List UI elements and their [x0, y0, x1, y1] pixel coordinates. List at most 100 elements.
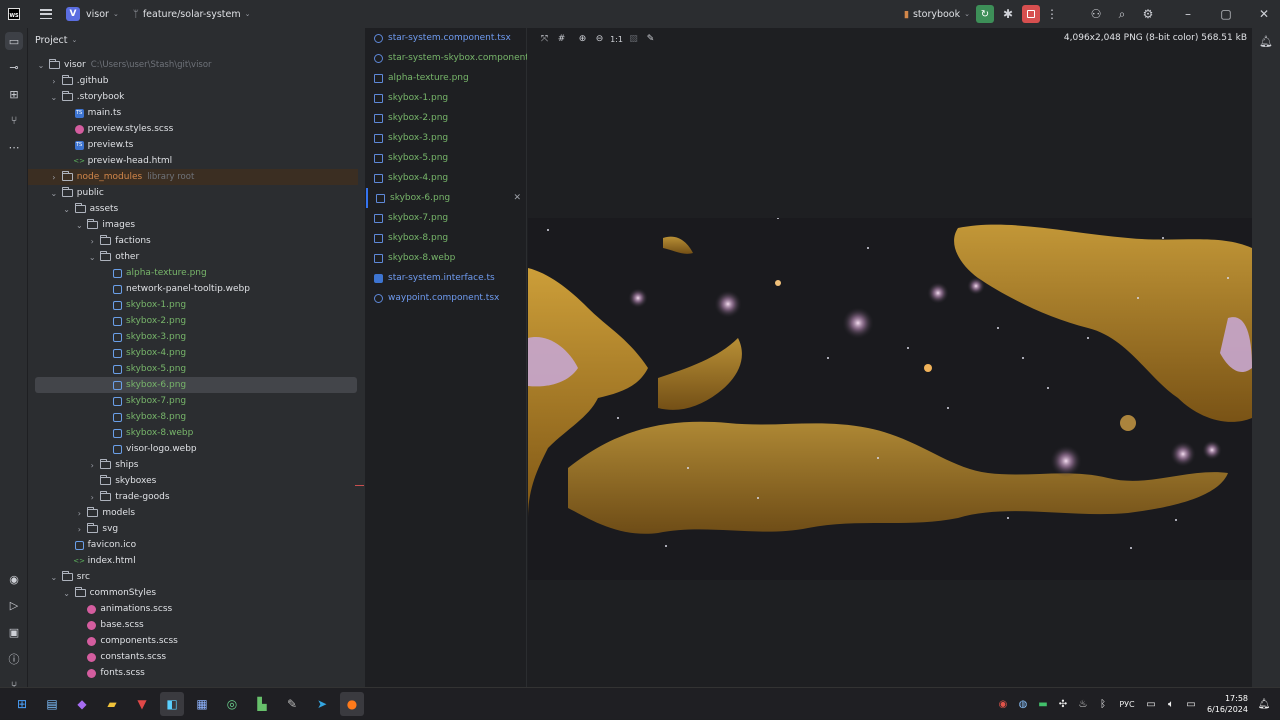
vivaldi-browser-icon[interactable]: ▼: [130, 692, 154, 716]
tree-row[interactable]: skybox-2.png: [28, 313, 358, 329]
clock[interactable]: 17:58 6/16/2024: [1207, 693, 1248, 715]
notifications-bell-icon[interactable]: 🔔︎: [1257, 32, 1275, 50]
chevron-down-icon[interactable]: ⌄: [62, 205, 72, 214]
chevron-right-icon[interactable]: ›: [49, 77, 59, 86]
settings-gear-icon[interactable]: ⚙: [1138, 4, 1158, 24]
tree-row[interactable]: skybox-5.png: [28, 361, 358, 377]
tree-row[interactable]: network-panel-tooltip.webp: [28, 281, 358, 297]
notification-bell-icon[interactable]: 🔔︎: [1254, 694, 1274, 714]
editor-tab[interactable]: skybox-7.png: [366, 208, 527, 228]
chrome-tray-icon[interactable]: ◉: [993, 694, 1013, 714]
editor-tab[interactable]: skybox-6.png ✕: [366, 188, 527, 208]
run-config-selector[interactable]: ▮ storybook ⌄: [904, 9, 970, 20]
ide-logo-icon[interactable]: WS: [8, 8, 20, 20]
nvidia-tray-icon[interactable]: ▬: [1033, 694, 1053, 714]
pull-requests-icon[interactable]: ⑂: [5, 111, 23, 129]
services-icon[interactable]: ◉: [5, 570, 23, 588]
editor-tab[interactable]: skybox-4.png: [366, 168, 527, 188]
tree-row[interactable]: ⌄ other: [28, 249, 358, 265]
chevron-right-icon[interactable]: ›: [74, 525, 84, 534]
language-indicator[interactable]: РУС: [1113, 694, 1141, 714]
chessboard-icon[interactable]: ▧: [625, 31, 642, 48]
chevron-down-icon[interactable]: ⌄: [49, 573, 59, 582]
tree-row[interactable]: animations.scss: [28, 601, 358, 617]
chevron-right-icon[interactable]: ›: [74, 509, 84, 518]
color-picker-icon[interactable]: ✎: [642, 31, 659, 48]
volume-icon[interactable]: 🔈︎: [1161, 694, 1181, 714]
editor-tab[interactable]: skybox-8.png: [366, 228, 527, 248]
clockify-icon[interactable]: ◎: [220, 692, 244, 716]
tree-row[interactable]: components.scss: [28, 633, 358, 649]
slack-tray-icon[interactable]: ✣: [1053, 694, 1073, 714]
tree-row[interactable]: ⌄ visor C:\Users\user\Stash\git\visor: [28, 57, 358, 73]
chevron-down-icon[interactable]: ⌄: [49, 93, 59, 102]
project-folder-icon[interactable]: ▭: [5, 32, 23, 50]
main-menu-icon[interactable]: [40, 9, 52, 19]
restore-icon[interactable]: ▢: [1216, 4, 1236, 24]
tree-row[interactable]: alpha-texture.png: [28, 265, 358, 281]
editor-tab[interactable]: star-system.interface.ts: [366, 268, 527, 288]
grid-icon[interactable]: #: [553, 31, 570, 48]
editor-tab[interactable]: star-system-skybox.component.tsx: [366, 48, 527, 68]
tree-row[interactable]: skybox-3.png: [28, 329, 358, 345]
vcs-branch-widget[interactable]: ᛘ feature/solar-system ⌄: [133, 9, 251, 20]
tree-row[interactable]: skybox-8.png: [28, 409, 358, 425]
editor-tab[interactable]: star-system.component.tsx: [366, 28, 527, 48]
tree-row[interactable]: ⌄ src: [28, 569, 358, 585]
tree-row[interactable]: TS preview.ts: [28, 137, 358, 153]
obsidian-icon[interactable]: ◆: [70, 692, 94, 716]
project-panel-header[interactable]: Project ⌄: [28, 28, 365, 52]
search-icon[interactable]: ⌕: [1112, 4, 1132, 24]
tree-row[interactable]: skybox-4.png: [28, 345, 358, 361]
chevron-right-icon[interactable]: ›: [87, 493, 97, 502]
bluetooth-icon[interactable]: ᛒ: [1093, 694, 1113, 714]
terminal-icon[interactable]: ▣: [5, 623, 23, 641]
editor-tab[interactable]: skybox-1.png: [366, 88, 527, 108]
stop-button[interactable]: [1022, 5, 1040, 23]
tree-row[interactable]: fonts.scss: [28, 665, 358, 681]
tree-row[interactable]: skybox-7.png: [28, 393, 358, 409]
more-tools-icon[interactable]: ⋯: [5, 138, 23, 156]
display-icon[interactable]: ▭: [1141, 694, 1161, 714]
structure-icon[interactable]: ⊞: [5, 85, 23, 103]
sticky-app-icon[interactable]: ✎: [280, 692, 304, 716]
editor-tab[interactable]: skybox-2.png: [366, 108, 527, 128]
problems-icon[interactable]: ⓘ: [5, 650, 23, 668]
commit-icon[interactable]: ⊸: [5, 58, 23, 76]
add-user-icon[interactable]: ⚇: [1086, 4, 1106, 24]
tree-row[interactable]: ⌄ images: [28, 217, 358, 233]
editor-app-icon[interactable]: ▦: [190, 692, 214, 716]
tree-row[interactable]: › factions: [28, 233, 358, 249]
rerun-button[interactable]: ↻: [976, 5, 994, 23]
run-icon[interactable]: ▷: [5, 596, 23, 614]
chevron-down-icon[interactable]: ⌄: [74, 221, 84, 230]
editor-tab[interactable]: skybox-3.png: [366, 128, 527, 148]
firefox-icon[interactable]: ●: [340, 691, 364, 716]
project-widget[interactable]: V visor ⌄: [52, 7, 119, 21]
tree-row[interactable]: <> index.html: [28, 553, 358, 569]
chevron-right-icon[interactable]: ›: [87, 461, 97, 470]
close-icon[interactable]: ✕: [1254, 4, 1274, 24]
chevron-right-icon[interactable]: ›: [87, 237, 97, 246]
chevron-down-icon[interactable]: ⌄: [87, 253, 97, 262]
tree-row[interactable]: ⌄ commonStyles: [28, 585, 358, 601]
zoom-out-icon[interactable]: ⊖: [591, 31, 608, 48]
tree-row[interactable]: <> preview-head.html: [28, 153, 358, 169]
telegram-icon[interactable]: ➤: [310, 692, 334, 716]
tree-row[interactable]: skybox-1.png: [28, 297, 358, 313]
chevron-down-icon[interactable]: ⌄: [49, 189, 59, 198]
start-windows-icon[interactable]: ⊞: [10, 692, 34, 716]
battery-icon[interactable]: ▭: [1181, 694, 1201, 714]
fit-to-window-icon[interactable]: ⤧: [536, 31, 553, 48]
tree-row[interactable]: › node_modules library root: [28, 169, 358, 185]
tree-row[interactable]: skybox-6.png: [35, 377, 357, 393]
tree-row[interactable]: › trade-goods: [28, 489, 358, 505]
tree-row[interactable]: skybox-8.webp: [28, 425, 358, 441]
tree-row[interactable]: › svg: [28, 521, 358, 537]
globe-tray-icon[interactable]: ◍: [1013, 694, 1033, 714]
editor-tab[interactable]: alpha-texture.png: [366, 68, 527, 88]
tree-row[interactable]: visor-logo.webp: [28, 441, 358, 457]
remote-desktop-icon[interactable]: ▤: [40, 692, 64, 716]
steam-tray-icon[interactable]: ♨: [1073, 694, 1093, 714]
tree-row[interactable]: › models: [28, 505, 358, 521]
